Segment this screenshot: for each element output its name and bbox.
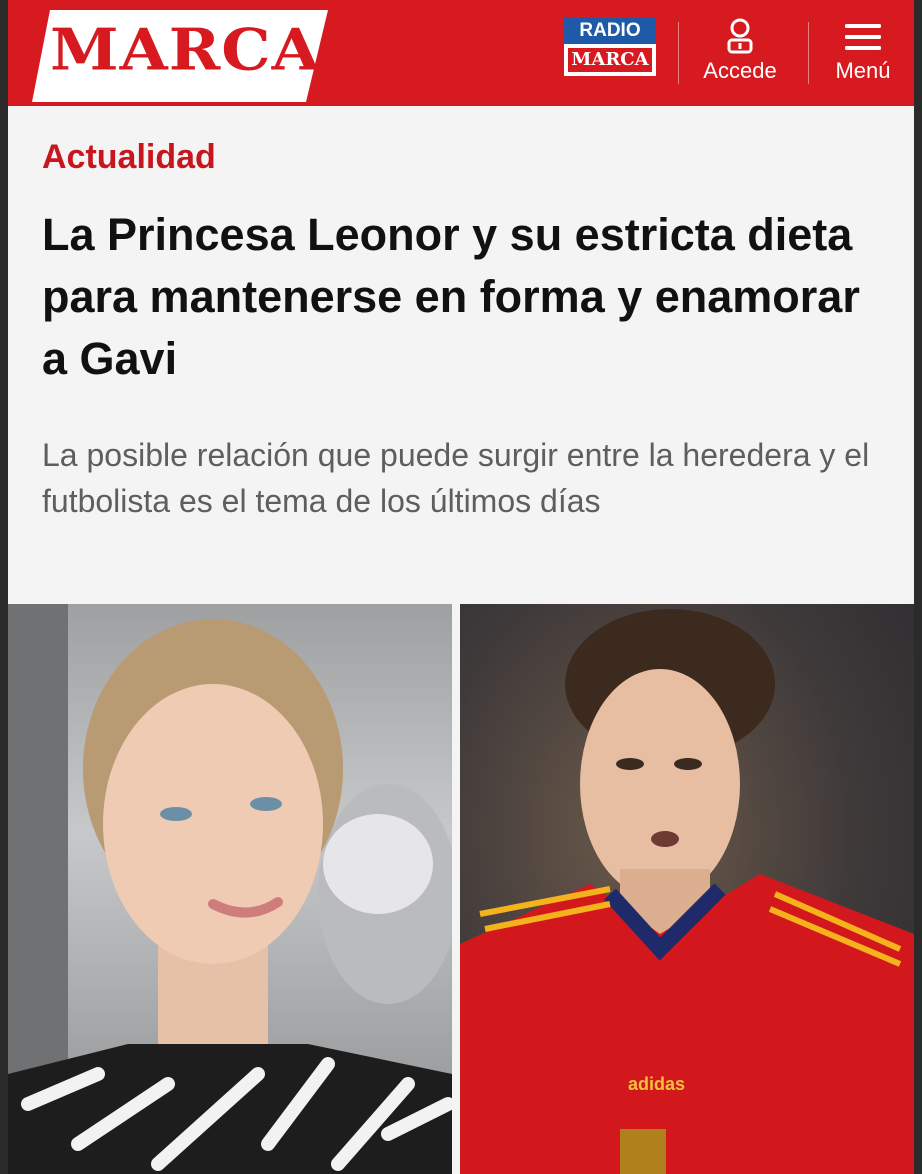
- radio-marca-button[interactable]: RADIO MARCA: [562, 16, 658, 78]
- person-portrait-illustration: [8, 604, 452, 1174]
- hamburger-icon: [845, 24, 881, 50]
- site-header: MARCA RADIO MARCA Accede Menú: [8, 0, 914, 106]
- menu-button[interactable]: Menú: [820, 14, 906, 98]
- logo-text[interactable]: MARCA: [50, 16, 321, 83]
- section-link[interactable]: Actualidad: [42, 138, 216, 177]
- gavi-photo: adidas: [460, 604, 914, 1174]
- header-divider: [808, 22, 809, 84]
- article-headline: La Princesa Leonor y su estricta dieta p…: [42, 209, 860, 384]
- radio-label: RADIO: [564, 18, 656, 44]
- football-player-illustration: [460, 609, 914, 1174]
- login-label: Accede: [703, 58, 777, 83]
- radio-brand-label: MARCA: [568, 48, 652, 72]
- login-button[interactable]: Accede: [688, 14, 792, 98]
- app-screen: MARCA RADIO MARCA Accede Menú Actualidad: [8, 0, 914, 1174]
- leonor-photo: [8, 604, 452, 1174]
- menu-label: Menú: [835, 58, 891, 83]
- user-icon: [727, 18, 753, 54]
- jersey-brand-text: adidas: [628, 1074, 686, 1094]
- header-divider: [678, 22, 679, 84]
- article-subtitle: La posible relación que puede surgir ent…: [42, 437, 870, 519]
